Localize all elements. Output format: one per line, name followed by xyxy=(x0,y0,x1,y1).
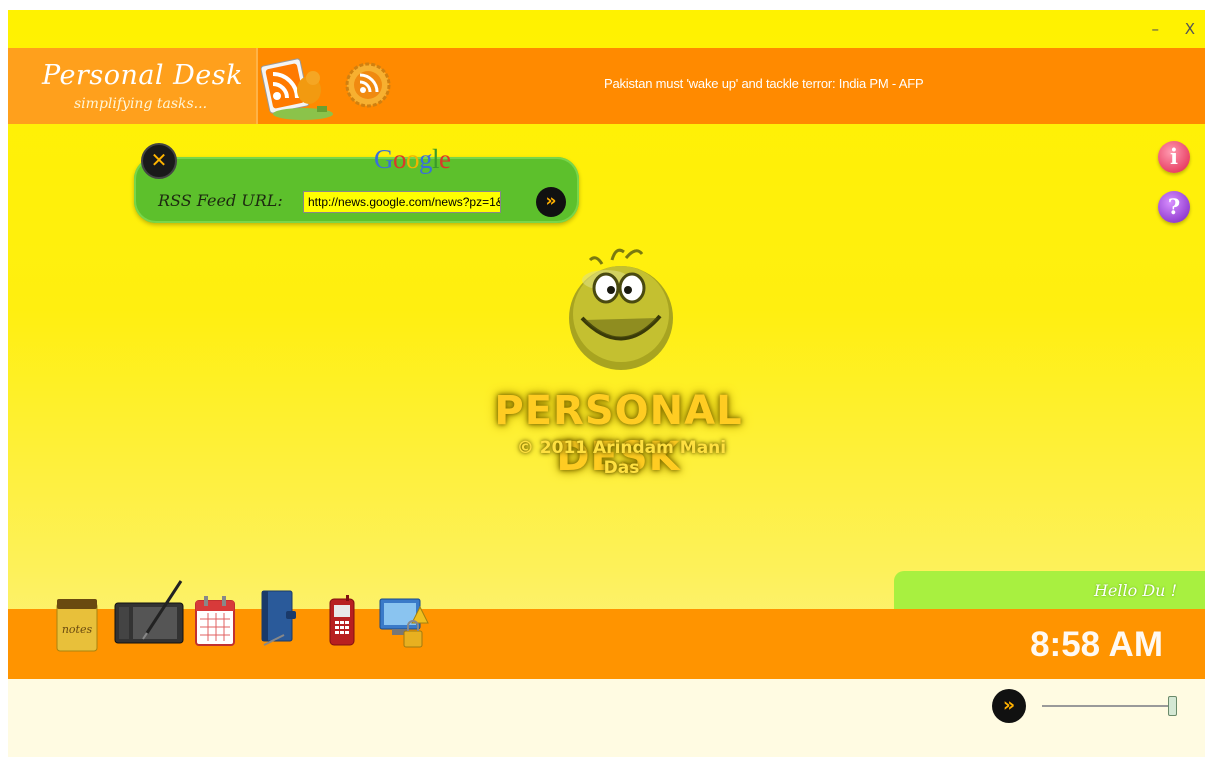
header-bar: Personal Desk simplifying tasks... Pakis… xyxy=(8,48,1205,124)
close-icon: ✕ xyxy=(150,148,168,172)
smiley-logo xyxy=(569,248,673,370)
opacity-slider-track[interactable] xyxy=(1042,705,1175,707)
main-panel: – X Personal Desk simplifying tasks... P… xyxy=(8,10,1205,757)
tablet-icon[interactable] xyxy=(113,577,185,649)
clock-display: 8:58 AM xyxy=(1030,625,1163,664)
rss-url-label: RSS Feed URL: xyxy=(158,191,283,210)
footer-area xyxy=(8,679,1205,757)
fast-forward-icon: » xyxy=(545,191,557,211)
info-button[interactable]: i xyxy=(1158,141,1190,173)
book-icon[interactable] xyxy=(258,589,302,649)
notes-label: notes xyxy=(62,623,93,636)
opacity-slider-thumb[interactable] xyxy=(1168,696,1177,716)
notes-icon[interactable]: notes xyxy=(55,597,99,653)
help-icon: ? xyxy=(1167,194,1181,219)
greeting-text: Hello Du ! xyxy=(1093,581,1177,600)
fast-forward-button[interactable]: » xyxy=(992,689,1026,723)
calendar-icon[interactable] xyxy=(194,595,236,647)
close-window-button[interactable]: X xyxy=(1185,20,1195,38)
brand-title: Personal Desk xyxy=(42,60,243,91)
fast-forward-icon: » xyxy=(1002,694,1016,716)
rss-feed-panel xyxy=(134,157,579,223)
rss-url-input[interactable]: http://news.google.com/news?pz=1&cf xyxy=(303,191,501,213)
center-copyright: © 2011 Arindam Mani Das xyxy=(516,438,727,478)
minimize-button[interactable]: – xyxy=(1152,20,1160,38)
google-logo: Google xyxy=(374,144,451,174)
close-rss-panel-button[interactable]: ✕ xyxy=(141,143,177,179)
info-icon: i xyxy=(1170,144,1178,169)
greeting-box: Hello Du ! xyxy=(894,571,1205,611)
brand-block: Personal Desk simplifying tasks... xyxy=(8,48,258,124)
rss-reader-icon[interactable] xyxy=(261,56,337,122)
app-window: – X Personal Desk simplifying tasks... P… xyxy=(0,0,1205,757)
news-ticker[interactable]: Pakistan must 'wake up' and tackle terro… xyxy=(604,76,924,91)
rss-feed-icon[interactable] xyxy=(345,62,391,108)
dock-bar: notes 8:58 AM xyxy=(8,580,1205,679)
phone-icon[interactable] xyxy=(326,595,358,649)
brand-subtitle: simplifying tasks... xyxy=(74,96,208,112)
help-button[interactable]: ? xyxy=(1158,191,1190,223)
rss-go-button[interactable]: » xyxy=(536,187,566,217)
network-lock-icon[interactable] xyxy=(378,593,430,651)
